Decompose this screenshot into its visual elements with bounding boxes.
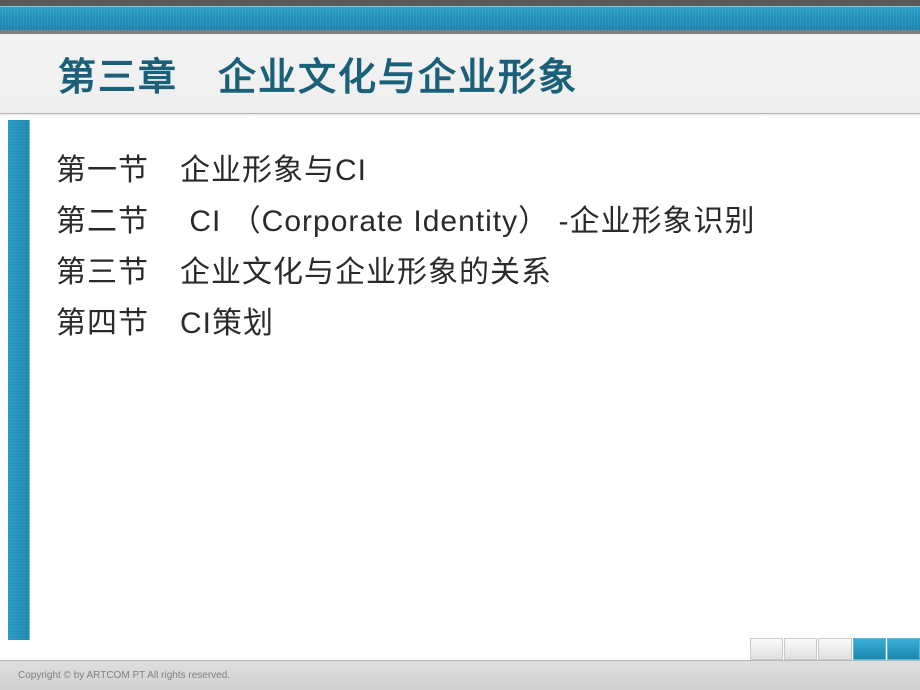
footer-decoration [750,638,920,660]
section-item: 第三节 企业文化与企业形象的关系 [56,247,880,298]
footer-bar: Copyright © by ARTCOM PT All rights rese… [0,660,920,690]
section-item: 第四节 CI策划 [56,298,880,349]
footer-deco-block [853,638,886,660]
footer-deco-block [818,638,851,660]
header-decorative-band [0,6,920,34]
content-area: 第一节 企业形象与CI 第二节 CI （Corporate Identity） … [56,145,880,349]
footer-deco-block [750,638,783,660]
footer-deco-block [887,638,920,660]
chapter-title: 第三章 企业文化与企业形象 [58,46,578,101]
section-item: 第一节 企业形象与CI [56,145,880,196]
title-area: 第三章 企业文化与企业形象 [0,34,920,114]
section-item: 第二节 CI （Corporate Identity） ‐企业形象识别 [56,196,880,247]
copyright-text: Copyright © by ARTCOM PT All rights rese… [18,670,230,681]
left-decorative-sidebar [8,120,30,640]
footer-deco-block [784,638,817,660]
